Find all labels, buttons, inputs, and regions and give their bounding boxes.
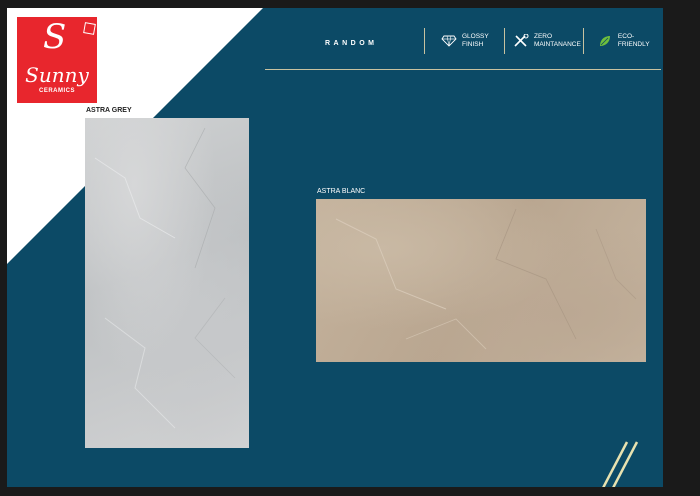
tile-label-astra-grey: ASTRA GREY — [86, 107, 132, 114]
decorative-stripes — [602, 441, 639, 487]
feature-eco-friendly: ECO-FRIENDLY — [597, 33, 663, 49]
feature-zero-maintanance: ZERO MAINTANANCE — [512, 33, 581, 49]
header-divider — [583, 28, 584, 54]
feature-glossy-finish: GLOSSY FINISH — [440, 33, 489, 49]
leaf-icon — [597, 34, 614, 48]
diamond-icon — [440, 34, 458, 48]
logo-s-mark: S — [43, 17, 67, 57]
brand-name: Sunny — [25, 63, 89, 87]
catalog-page: S Sunny CERAMICS RANDOM GLOSSY FINISH ZER… — [7, 8, 663, 487]
header-divider — [504, 28, 505, 54]
feature-line1: ECO-FRIENDLY — [617, 33, 650, 48]
header-divider — [424, 28, 425, 54]
tile-astra-grey — [85, 118, 249, 448]
sunny-ceramics-logo: S Sunny CERAMICS — [17, 17, 97, 103]
feature-line1: GLOSSY — [462, 33, 489, 40]
marble-veins — [335, 208, 637, 350]
collection-title: RANDOM — [325, 40, 378, 47]
tile-astra-blanc — [316, 199, 646, 362]
feature-line2: MAINTANANCE — [534, 41, 581, 48]
tile-label-astra-blanc: ASTRA BLANC — [317, 188, 366, 195]
feature-line1: ZERO — [534, 33, 553, 40]
logo-corner-mark — [83, 22, 96, 35]
header-rule — [265, 69, 661, 70]
tools-icon — [512, 34, 530, 48]
feature-line2: FINISH — [462, 41, 484, 48]
brand-subtitle: CERAMICS — [38, 88, 75, 94]
marble-veins — [94, 127, 236, 429]
